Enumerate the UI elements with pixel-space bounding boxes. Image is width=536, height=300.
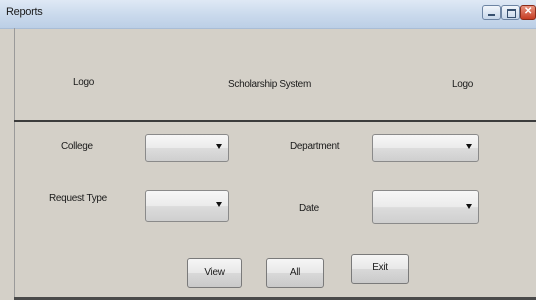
system-title: Scholarship System bbox=[228, 79, 311, 90]
right-logo: Logo bbox=[452, 79, 474, 90]
title-bar[interactable]: Reports bbox=[0, 0, 536, 29]
maximize-icon[interactable] bbox=[501, 5, 520, 20]
header-divider bbox=[14, 120, 536, 122]
all-button[interactable]: All bbox=[266, 258, 324, 288]
left-logo: Logo bbox=[73, 77, 95, 88]
chevron-down-icon bbox=[466, 144, 472, 149]
exit-button[interactable]: Exit bbox=[351, 254, 409, 284]
department-label: Department bbox=[290, 141, 340, 152]
request-type-label: Request Type bbox=[49, 193, 107, 204]
date-label: Date bbox=[299, 203, 319, 214]
college-dropdown[interactable] bbox=[145, 134, 229, 162]
request-type-dropdown[interactable] bbox=[145, 190, 229, 222]
date-dropdown[interactable] bbox=[372, 190, 479, 224]
window-title: Reports bbox=[6, 6, 43, 18]
department-dropdown[interactable] bbox=[372, 134, 479, 162]
chevron-down-icon bbox=[216, 202, 222, 207]
reports-window: Reports Logo Scholarship System Logo Col… bbox=[0, 0, 536, 300]
chevron-down-icon bbox=[216, 144, 222, 149]
minimize-icon[interactable] bbox=[482, 5, 501, 20]
college-label: College bbox=[61, 141, 93, 152]
chevron-down-icon bbox=[466, 204, 472, 209]
close-icon[interactable] bbox=[520, 5, 536, 20]
view-button[interactable]: View bbox=[187, 258, 242, 288]
left-border bbox=[14, 28, 15, 300]
